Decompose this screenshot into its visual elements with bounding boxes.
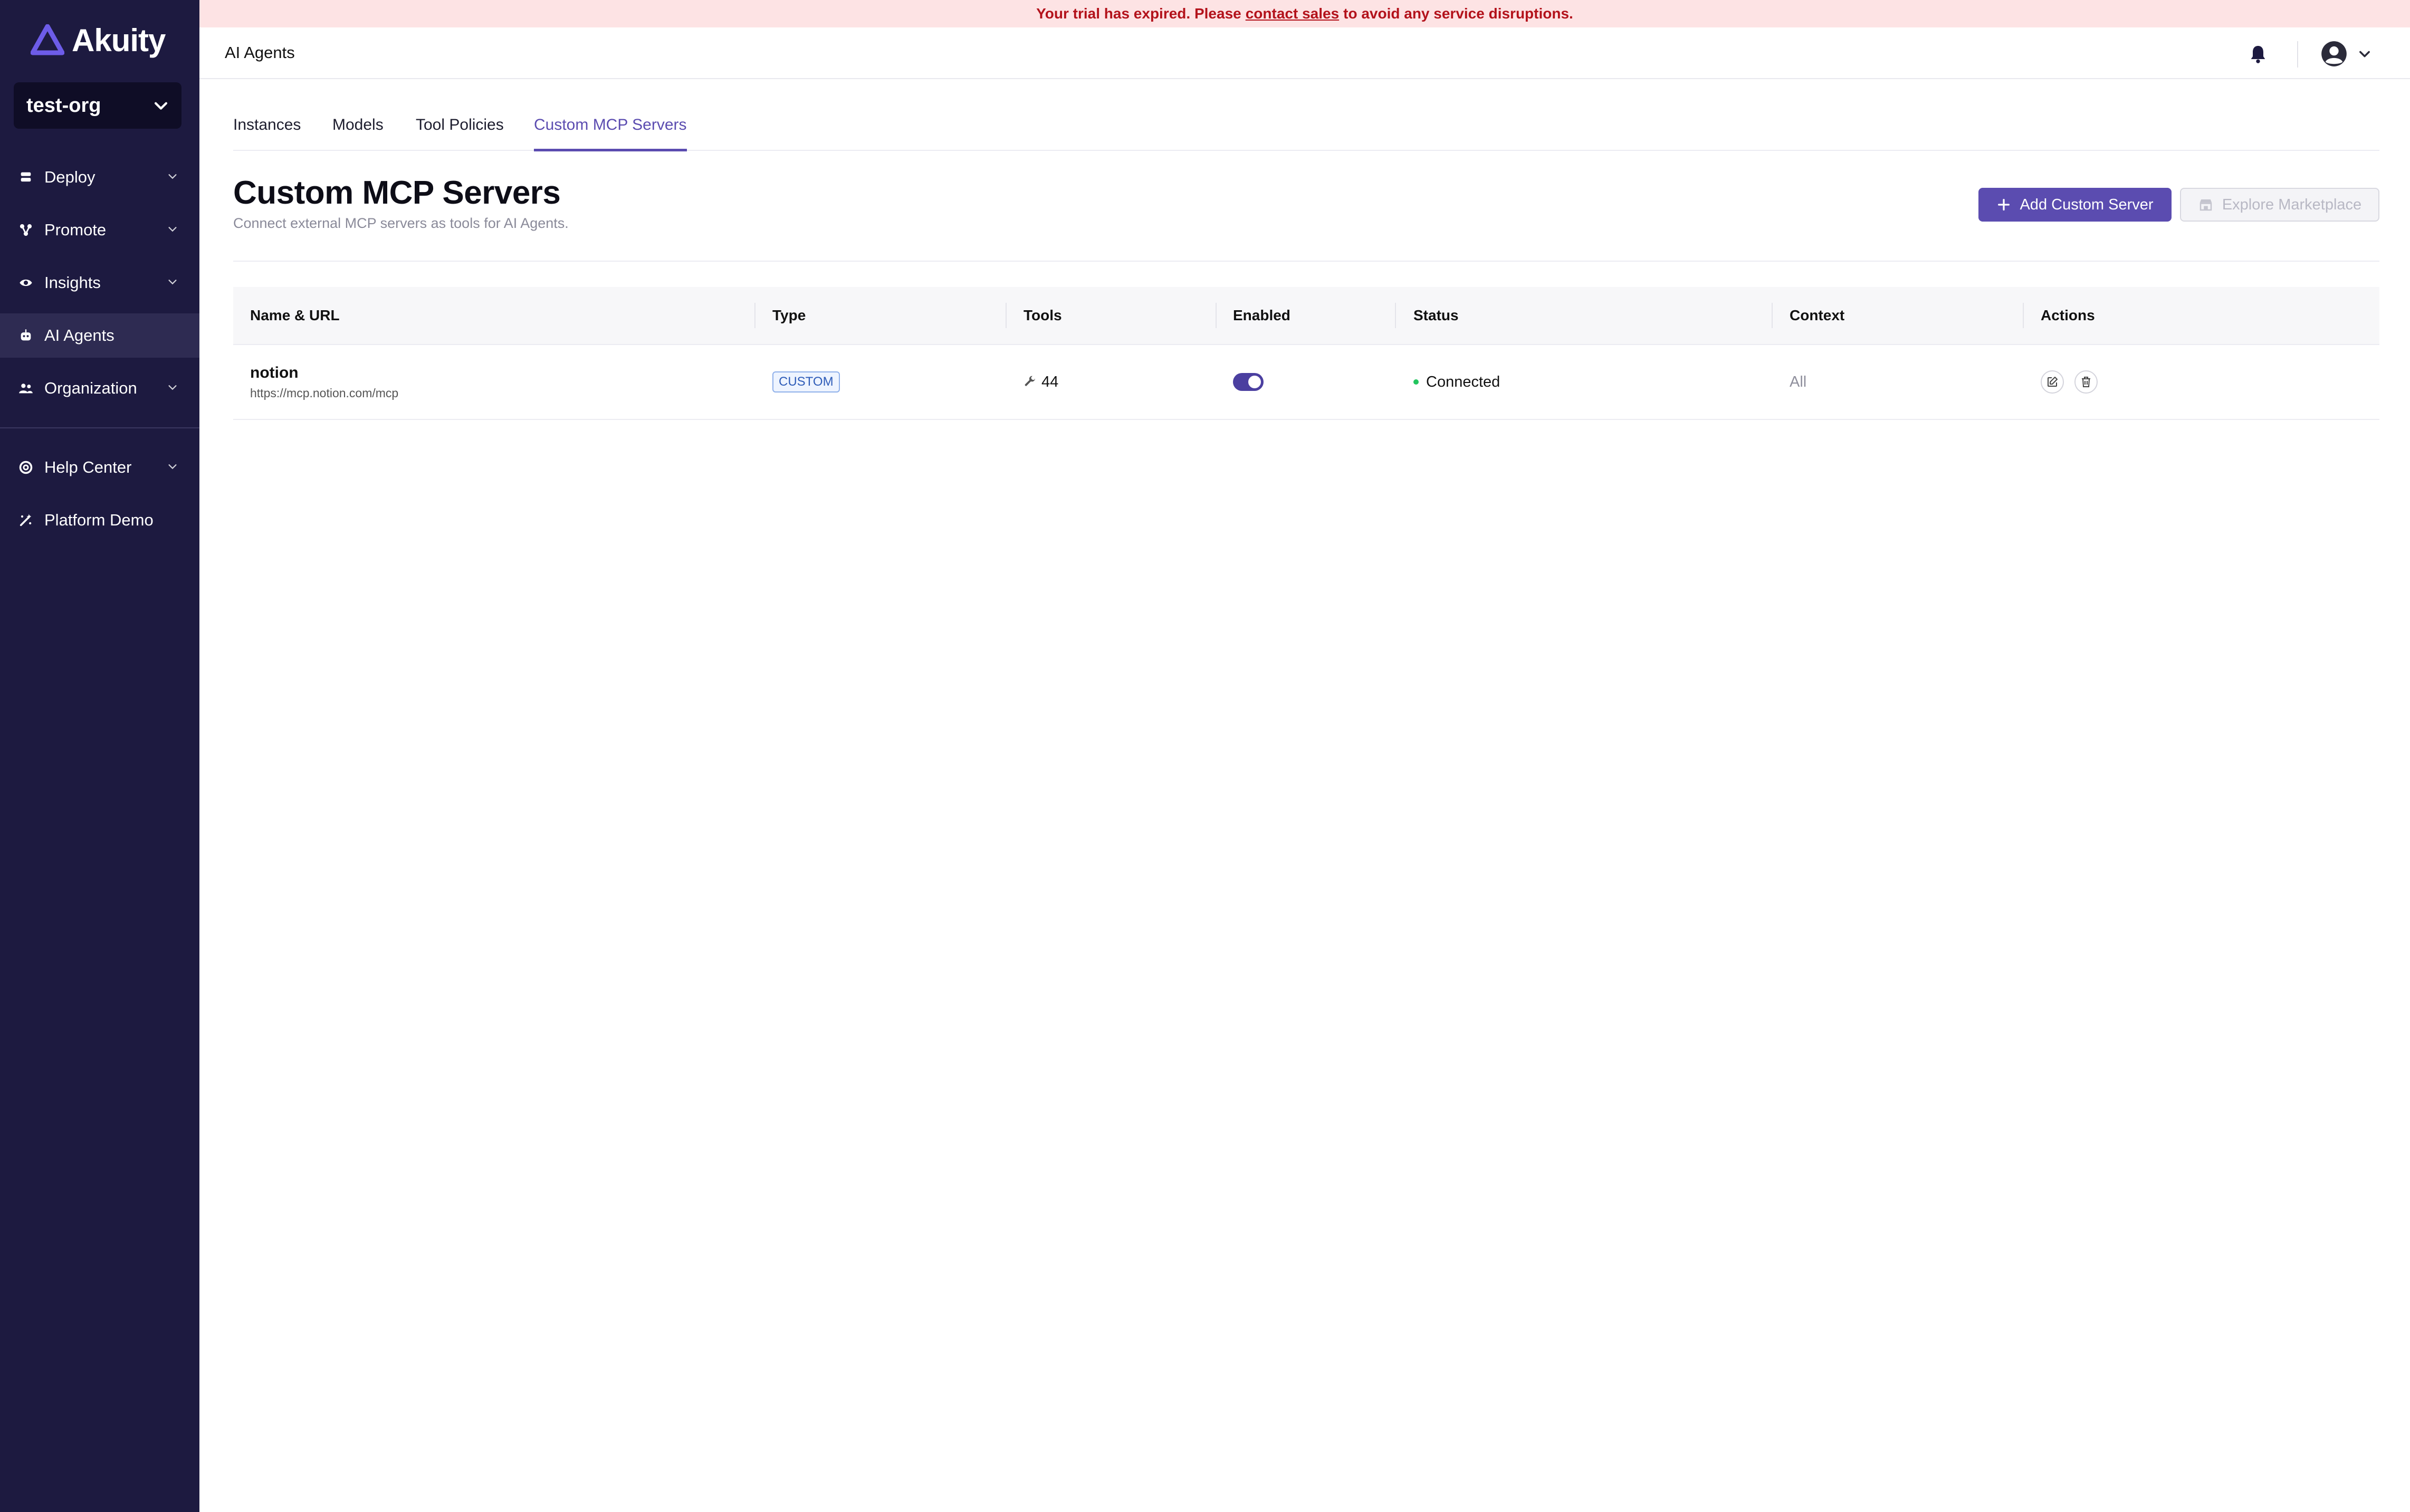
- page-subtitle: Connect external MCP servers as tools fo…: [233, 215, 569, 231]
- column-header-actions: Actions: [2041, 307, 2095, 323]
- platform-demo-icon: [20, 514, 32, 527]
- page-title: Custom MCP Servers: [233, 175, 561, 211]
- trial-expired-banner: Your trial has expired. Please contact s…: [199, 0, 2410, 27]
- column-header-context[interactable]: Context: [1790, 287, 1844, 344]
- sidebar-item-label: Insights: [44, 273, 101, 292]
- section-divider: [233, 261, 2379, 262]
- header-divider: [2297, 41, 2298, 68]
- tools-count: 44: [1041, 373, 1059, 390]
- organization-icon: [19, 384, 33, 394]
- contact-sales-link[interactable]: contact sales: [1246, 5, 1339, 22]
- header-title: AI Agents: [225, 43, 295, 62]
- sidebar-item-deploy[interactable]: Deploy: [0, 155, 199, 199]
- server-url: https://mcp.notion.com/mcp: [250, 386, 399, 400]
- server-name-url-cell: notion https://mcp.notion.com/mcp: [250, 345, 398, 419]
- column-separator: [1772, 303, 1773, 328]
- edit-icon: [2048, 377, 2058, 387]
- sidebar-item-promote[interactable]: Promote: [0, 208, 199, 252]
- chevron-down-icon: [168, 464, 177, 469]
- store-icon: [2199, 199, 2212, 211]
- sidebar-item-platform-demo[interactable]: Platform Demo: [0, 498, 199, 542]
- tab-custom-mcp-servers[interactable]: Custom MCP Servers: [534, 116, 687, 151]
- sidebar-item-label: Promote: [44, 221, 107, 239]
- server-name[interactable]: notion: [250, 364, 299, 382]
- server-tools-cell: 44: [1024, 345, 1058, 419]
- column-separator: [1395, 303, 1396, 328]
- deploy-icon: [21, 172, 31, 182]
- tab-bar: Instances Models Tool Policies Custom MC…: [233, 112, 2379, 151]
- status-dot-icon: [1413, 379, 1419, 385]
- explore-marketplace-button[interactable]: Explore Marketplace: [2180, 188, 2379, 222]
- user-avatar-icon[interactable]: [2320, 40, 2348, 68]
- column-separator: [2023, 303, 2024, 328]
- context-value: All: [1790, 373, 1807, 390]
- column-header-status[interactable]: Status: [1413, 287, 1459, 344]
- sidebar: Akuity test-org Deploy Promote Insights …: [0, 0, 199, 1512]
- brand-name: Akuity: [72, 22, 166, 58]
- explore-marketplace-label: Explore Marketplace: [2222, 196, 2362, 213]
- chevron-down-icon: [154, 102, 168, 110]
- sidebar-item-label: Deploy: [44, 168, 95, 186]
- chevron-down-icon: [168, 385, 177, 390]
- org-selector[interactable]: test-org: [14, 82, 181, 129]
- chevron-down-icon: [168, 174, 177, 179]
- sidebar-item-label: Help Center: [44, 458, 132, 476]
- top-header: AI Agents: [199, 27, 2410, 79]
- sidebar-divider: [0, 427, 199, 428]
- chevron-down-icon: [168, 279, 177, 284]
- column-separator: [754, 303, 755, 328]
- tab-instances[interactable]: Instances: [233, 116, 301, 149]
- promote-icon: [20, 224, 32, 236]
- column-header-enabled[interactable]: Enabled: [1233, 287, 1290, 344]
- add-custom-server-button[interactable]: Add Custom Server: [1978, 188, 2172, 222]
- column-header-type[interactable]: Type: [772, 287, 806, 344]
- help-center-icon: [19, 461, 33, 474]
- akuity-logo-icon: [31, 24, 64, 55]
- server-status-cell: Connected: [1413, 345, 1500, 419]
- chevron-down-icon: [168, 226, 177, 232]
- brand-logo[interactable]: Akuity: [31, 21, 166, 59]
- banner-text-after: to avoid any service disruptions.: [1343, 5, 1573, 22]
- server-context-cell: All: [1790, 345, 1806, 419]
- delete-button[interactable]: [2074, 370, 2098, 394]
- sidebar-item-label: AI Agents: [44, 326, 114, 344]
- sidebar-item-help-center[interactable]: Help Center: [0, 445, 199, 490]
- server-actions-cell: [2041, 345, 2108, 419]
- column-header-tools[interactable]: Tools: [1024, 287, 1062, 344]
- tab-models[interactable]: Models: [332, 116, 384, 149]
- table-row[interactable]: notion https://mcp.notion.com/mcp CUSTOM…: [233, 345, 2379, 420]
- ai-agents-icon: [21, 329, 31, 341]
- wrench-icon: [1025, 376, 1035, 386]
- column-header-name-url[interactable]: Name & URL: [250, 287, 340, 344]
- sidebar-item-ai-agents[interactable]: AI Agents: [0, 313, 199, 358]
- table-header: Name & URL Type Tools Enabled Status Con…: [233, 287, 2379, 345]
- status-text: Connected: [1426, 373, 1500, 390]
- column-separator: [1216, 303, 1217, 328]
- sidebar-item-organization[interactable]: Organization: [0, 366, 199, 410]
- column-separator: [1006, 303, 1007, 328]
- toggle-knob: [1248, 376, 1261, 388]
- sidebar-item-label: Organization: [44, 379, 137, 397]
- trash-icon: [2082, 377, 2090, 387]
- type-badge: CUSTOM: [772, 371, 840, 393]
- banner-text-before: Your trial has expired. Please: [1036, 5, 1241, 22]
- notifications-bell-icon[interactable]: [2248, 43, 2269, 64]
- tab-tool-policies[interactable]: Tool Policies: [416, 116, 504, 149]
- server-enabled-cell: [1233, 345, 1264, 419]
- sidebar-item-insights[interactable]: Insights: [0, 261, 199, 305]
- sidebar-item-label: Platform Demo: [44, 511, 154, 529]
- insights-icon: [20, 279, 32, 286]
- edit-button[interactable]: [2041, 370, 2064, 394]
- server-type-cell: CUSTOM: [772, 345, 840, 419]
- enabled-toggle[interactable]: [1233, 373, 1264, 391]
- chevron-down-icon[interactable]: [2357, 46, 2372, 61]
- add-custom-server-label: Add Custom Server: [2020, 196, 2154, 213]
- org-selector-value: test-org: [26, 94, 101, 117]
- plus-icon: [1998, 199, 2010, 210]
